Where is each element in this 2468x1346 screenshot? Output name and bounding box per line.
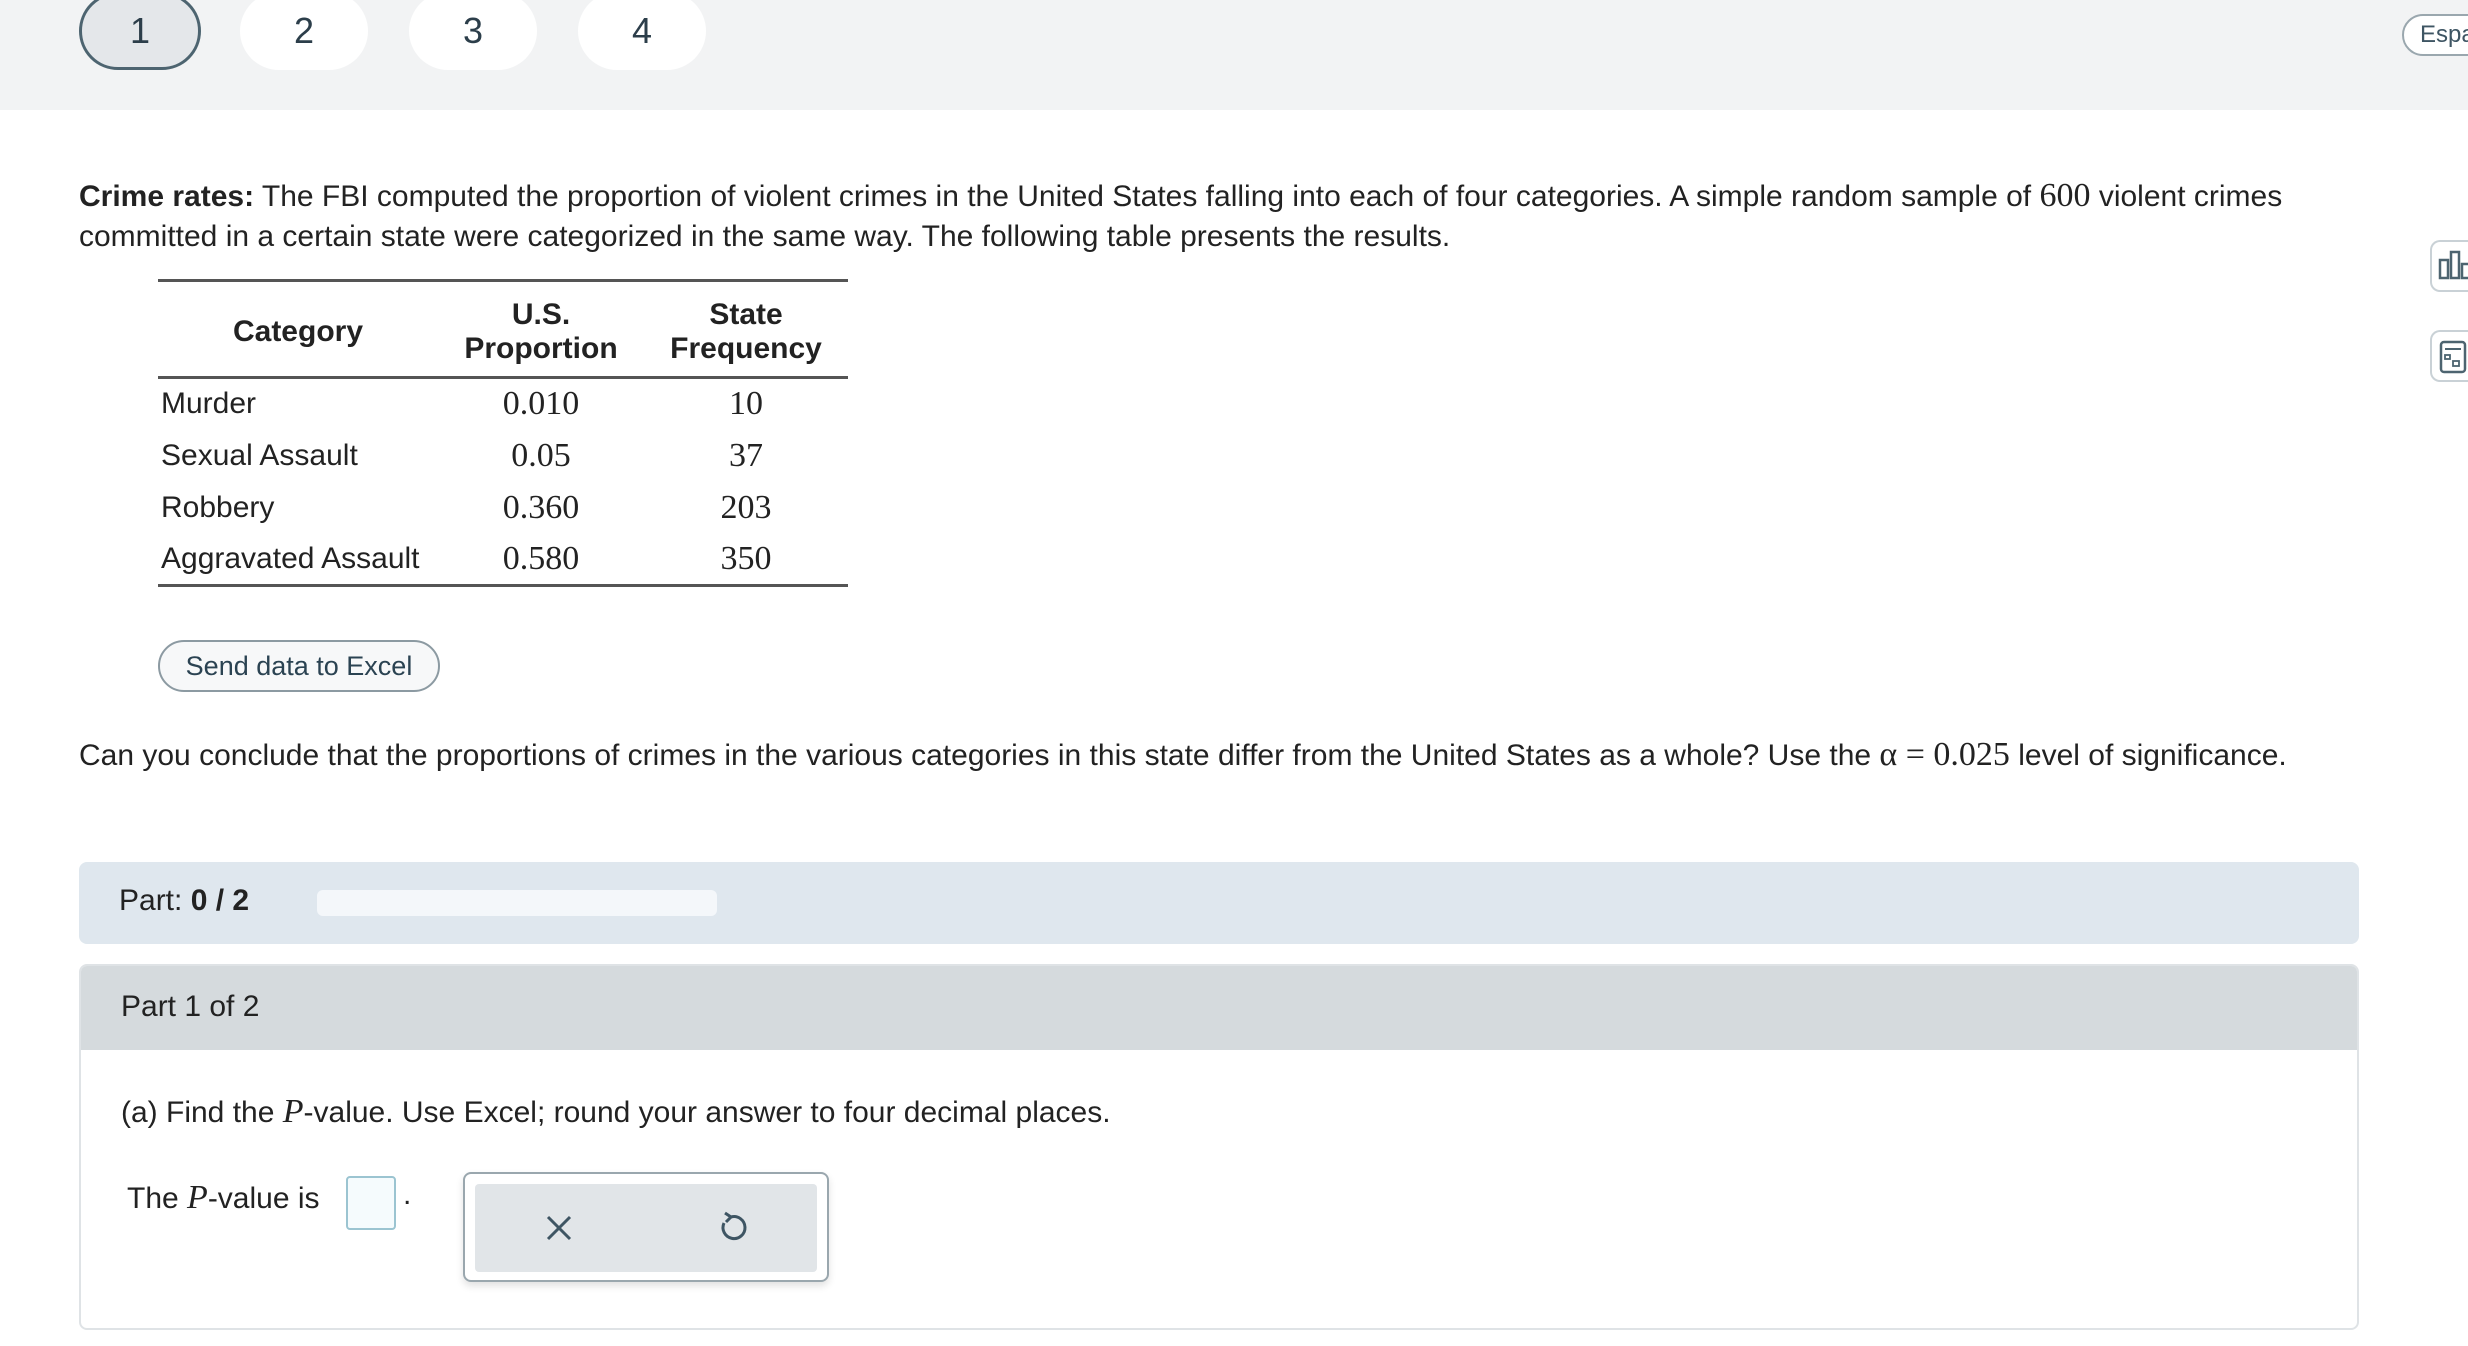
- problem-lead: Crime rates:: [79, 180, 255, 213]
- bar-chart-icon: [2438, 250, 2468, 280]
- part-progress-value: 0 / 2: [190, 884, 250, 917]
- alpha-value: α = 0.025: [1879, 736, 2010, 773]
- cell-proportion: 0.580: [502, 539, 580, 577]
- undo-button[interactable]: [711, 1208, 751, 1248]
- header-proportion: U.S. Proportion: [438, 281, 644, 378]
- part-prompt: (a) Find the P-value. Use Excel; round y…: [121, 1092, 1111, 1133]
- table-row: Murder 0.010 10: [158, 378, 848, 430]
- answer-label-a: The: [127, 1182, 188, 1215]
- cell-proportion: 0.05: [511, 436, 571, 474]
- cell-frequency: 37: [729, 436, 763, 474]
- table-row: Robbery 0.360 203: [158, 482, 848, 534]
- send-to-excel-button[interactable]: Send data to Excel: [158, 640, 440, 692]
- calculator-tool[interactable]: [2430, 330, 2468, 382]
- header-frequency: State Frequency: [644, 281, 848, 378]
- part-prompt-b: -value. Use Excel; round your answer to …: [303, 1096, 1111, 1129]
- part-label-prefix: Part:: [119, 884, 183, 917]
- header-proportion-line2: Proportion: [464, 332, 618, 365]
- table-header-row: Category U.S. Proportion State Frequency: [158, 280, 848, 378]
- cell-category: Sexual Assault: [161, 438, 358, 472]
- part-title: Part 1 of 2: [121, 990, 260, 1023]
- calculator-icon: [2439, 340, 2467, 374]
- p-variable: P: [187, 1179, 208, 1216]
- p-variable: P: [282, 1093, 304, 1130]
- cell-frequency: 10: [729, 385, 763, 423]
- question-nav-bar: 1 2 3 4 Espa: [0, 0, 2468, 110]
- problem-statement: Crime rates: The FBI computed the propor…: [79, 176, 2359, 257]
- cell-proportion: 0.360: [502, 488, 580, 526]
- clear-answer-button[interactable]: [539, 1208, 579, 1248]
- header-frequency-line2: Frequency: [670, 332, 822, 365]
- table-row: Sexual Assault 0.05 37: [158, 430, 848, 482]
- cell-category: Aggravated Assault: [161, 541, 420, 575]
- header-frequency-line1: State: [709, 298, 783, 331]
- crime-data-table: Category U.S. Proportion State Frequency…: [158, 279, 848, 587]
- answer-label: The P-value is: [127, 1178, 320, 1219]
- answer-tools-popup: [463, 1172, 829, 1282]
- part-progress-bar: Part: 0 / 2: [79, 862, 2359, 944]
- cell-frequency: 203: [720, 488, 772, 526]
- question-text-a: Can you conclude that the proportions of…: [79, 739, 1880, 772]
- question-3-button[interactable]: 3: [409, 0, 537, 70]
- part-progress-label: Part: 0 / 2: [119, 884, 249, 918]
- problem-text-a: The FBI computed the proportion of viole…: [254, 180, 2040, 213]
- part-1-card: Part 1 of 2 (a) Find the P-value. Use Ex…: [79, 964, 2359, 1330]
- sample-size: 600: [2039, 177, 2091, 214]
- progress-track: [317, 890, 717, 916]
- data-chart-tool[interactable]: [2430, 240, 2468, 292]
- answer-period: .: [403, 1178, 412, 1211]
- answer-label-b: -value is: [207, 1182, 320, 1215]
- question-text-b: level of significance.: [2009, 739, 2287, 772]
- undo-icon: [721, 1211, 747, 1241]
- header-proportion-line1: U.S.: [511, 298, 571, 331]
- p-value-input[interactable]: [346, 1176, 396, 1230]
- answer-tools-bar: [475, 1184, 817, 1272]
- cell-category: Murder: [161, 387, 257, 421]
- close-icon: [546, 1215, 572, 1241]
- table-row: Aggravated Assault 0.580 350: [158, 534, 848, 586]
- question-4-button[interactable]: 4: [578, 0, 706, 70]
- cell-frequency: 350: [720, 539, 772, 577]
- question-1-button[interactable]: 1: [79, 0, 201, 70]
- part-prompt-a: (a) Find the: [121, 1096, 283, 1129]
- part-header: Part 1 of 2: [81, 966, 2357, 1050]
- cell-category: Robbery: [161, 490, 275, 524]
- question-text: Can you conclude that the proportions of…: [79, 735, 2379, 776]
- cell-proportion: 0.010: [502, 385, 580, 423]
- language-toggle-button[interactable]: Espa: [2402, 14, 2468, 56]
- question-2-button[interactable]: 2: [240, 0, 368, 70]
- header-category: Category: [232, 315, 364, 348]
